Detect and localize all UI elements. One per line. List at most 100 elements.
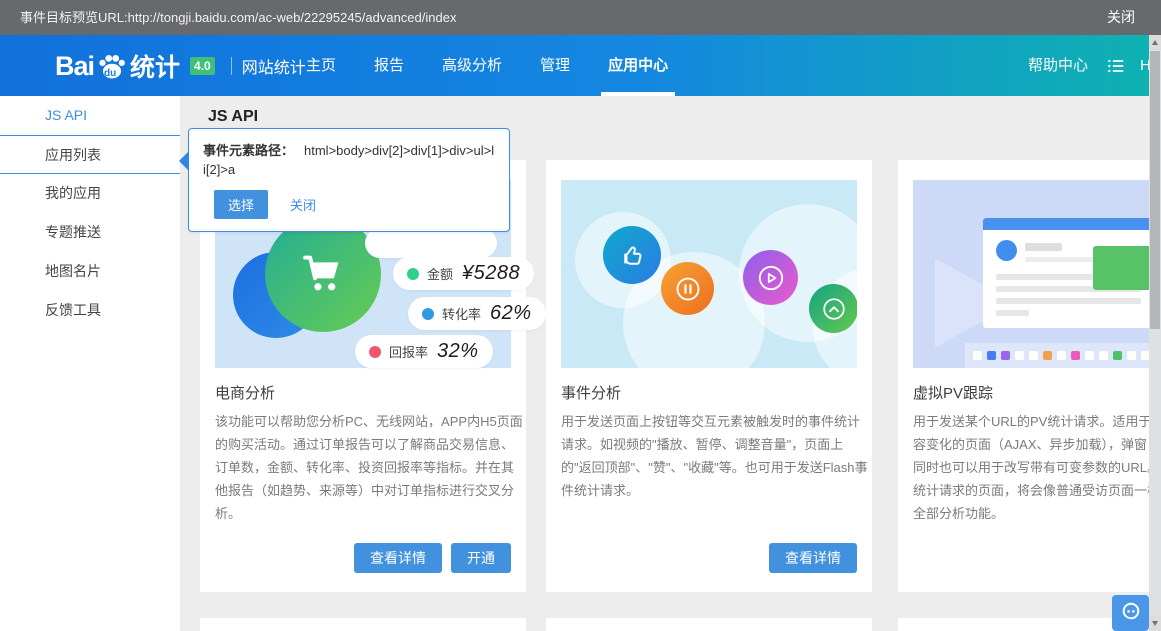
sidebar-item-app-list[interactable]: 应用列表 bbox=[0, 135, 180, 174]
stat-label: 转化率 bbox=[442, 304, 481, 323]
customer-service-button[interactable] bbox=[1112, 595, 1149, 631]
dock-square bbox=[1015, 351, 1024, 360]
dock-row bbox=[965, 343, 1161, 368]
element-path-tooltip: 事件元素路径：html>body>div[2]>div[1]>div>ul>li… bbox=[188, 128, 510, 232]
preview-url-label: 事件目标预览URL:http://tongji.baidu.com/ac-web… bbox=[20, 0, 456, 35]
pv-illustration bbox=[913, 180, 1161, 368]
nav-item-advanced-analysis[interactable]: 高级分析 bbox=[423, 35, 521, 96]
tooltip-arrow-icon bbox=[179, 151, 189, 171]
logo-text-du: du bbox=[104, 68, 116, 79]
card-partial bbox=[546, 618, 872, 631]
stat-label: 回报率 bbox=[389, 342, 428, 361]
help-center-link[interactable]: 帮助中心 bbox=[1028, 35, 1088, 96]
nav-item-report[interactable]: 报告 bbox=[355, 35, 423, 96]
view-details-button[interactable]: 查看详情 bbox=[769, 543, 857, 573]
scrollbar-down-button[interactable] bbox=[1149, 616, 1161, 631]
list-menu-icon[interactable] bbox=[1106, 56, 1126, 76]
placeholder-bar bbox=[996, 310, 1029, 316]
stat-value: 62% bbox=[490, 302, 532, 325]
desc-line: 他报告（如趋势、来源等）中对订单指标进行交叉分 bbox=[215, 479, 515, 502]
desc-line: 请求。如视频的"播放、暂停、调整音量"，页面上 bbox=[561, 433, 861, 456]
desc-line: 用于发送页面上按钮等交互元素被触发时的事件统计 bbox=[561, 410, 861, 433]
stat-pill-conversion: 转化率 62% bbox=[408, 297, 546, 330]
version-badge: 4.0 bbox=[190, 57, 215, 75]
desc-line: 全部分析功能。 bbox=[913, 502, 1161, 525]
stat-label: 金额 bbox=[427, 264, 453, 283]
dock-square bbox=[987, 351, 996, 360]
desc-line: 同时也可以用于改写带有可变参数的URL。 bbox=[913, 456, 1161, 479]
browser-titlebar bbox=[983, 218, 1161, 230]
thumbs-up-icon bbox=[603, 226, 661, 284]
page-title: JS API bbox=[208, 108, 258, 126]
view-details-button[interactable]: 查看详情 bbox=[354, 543, 442, 573]
desc-line: 的"返回顶部"、"赞"、"收藏"等。也可用于发送Flash事 bbox=[561, 456, 861, 479]
dock-square bbox=[1071, 351, 1080, 360]
stat-dot-amount bbox=[407, 268, 419, 280]
dock-square bbox=[1057, 351, 1066, 360]
card-description: 该功能可以帮助您分析PC、无线网站，APP内H5页面 的购买活动。通过订单报告可… bbox=[215, 410, 515, 525]
stat-pill-roi: 回报率 32% bbox=[355, 335, 493, 368]
preview-close-link[interactable]: 关闭 bbox=[1107, 0, 1135, 35]
nav-menu: 主页 报告 高级分析 管理 应用中心 bbox=[287, 35, 687, 96]
stat-pill-amount: 金额 ¥5288 bbox=[393, 257, 534, 290]
event-illustration bbox=[561, 180, 857, 368]
stat-dot-roi bbox=[369, 346, 381, 358]
sidebar: JS API 应用列表 我的应用 专题推送 地图名片 反馈工具 bbox=[0, 96, 180, 631]
desc-line: 的购买活动。通过订单报告可以了解商品交易信息、 bbox=[215, 433, 515, 456]
logo-divider bbox=[231, 57, 232, 75]
dock-square bbox=[1043, 351, 1052, 360]
stat-pill-partial bbox=[365, 228, 497, 258]
nav-item-manage[interactable]: 管理 bbox=[521, 35, 589, 96]
scroll-up-icon bbox=[1152, 40, 1158, 45]
card-title: 事件分析 bbox=[561, 382, 621, 403]
scrollbar-thumb[interactable] bbox=[1150, 51, 1160, 329]
card-event-analysis: 事件分析 用于发送页面上按钮等交互元素被触发时的事件统计 请求。如视频的"播放、… bbox=[546, 160, 872, 592]
sidebar-item-map-card[interactable]: 地图名片 bbox=[0, 252, 180, 291]
baidu-tongji-logo[interactable]: Bai du 统计 4.0 网站统计 bbox=[55, 48, 306, 84]
sidebar-item-topic-push[interactable]: 专题推送 bbox=[0, 213, 180, 252]
card-description: 用于发送页面上按钮等交互元素被触发时的事件统计 请求。如视频的"播放、暂停、调整… bbox=[561, 410, 861, 502]
dock-square bbox=[1113, 351, 1122, 360]
tooltip-text: 事件元素路径：html>body>div[2]>div[1]>div>ul>li… bbox=[203, 141, 495, 179]
card-title: 电商分析 bbox=[215, 382, 275, 403]
pause-icon bbox=[661, 262, 714, 315]
stat-value: ¥5288 bbox=[462, 262, 520, 285]
nav-item-app-center[interactable]: 应用中心 bbox=[589, 35, 687, 96]
nav-item-home[interactable]: 主页 bbox=[287, 35, 355, 96]
card-description: 用于发送某个URL的PV统计请求。适用于统 容变化的页面（AJAX、异步加载），… bbox=[913, 410, 1161, 525]
desc-line: 用于发送某个URL的PV统计请求。适用于统 bbox=[913, 410, 1161, 433]
stat-value: 32% bbox=[437, 340, 479, 363]
select-button[interactable]: 选择 bbox=[214, 190, 268, 219]
main-navbar: Bai du 统计 4.0 网站统计 主页 报告 bbox=[0, 35, 1161, 96]
dock-square bbox=[1085, 351, 1094, 360]
preview-topbar: 事件目标预览URL:http://tongji.baidu.com/ac-web… bbox=[0, 0, 1161, 35]
baidu-paw-icon: du bbox=[95, 49, 129, 83]
desc-line: 订单数，金额、转化率、投资回报率等指标。并在其 bbox=[215, 456, 515, 479]
tooltip-actions: 选择 关闭 bbox=[203, 190, 495, 219]
activate-button[interactable]: 开通 bbox=[451, 543, 511, 573]
desc-line: 容变化的页面（AJAX、异步加载），弹窗， bbox=[913, 433, 1161, 456]
tooltip-close-link[interactable]: 关闭 bbox=[290, 195, 316, 214]
logo-text-product: 统计 bbox=[130, 48, 180, 84]
card-virtual-pv: 虚拟PV跟踪 用于发送某个URL的PV统计请求。适用于统 容变化的页面（AJAX… bbox=[898, 160, 1161, 592]
sidebar-item-feedback-tool[interactable]: 反馈工具 bbox=[0, 291, 180, 330]
vertical-scrollbar bbox=[1149, 35, 1161, 631]
placeholder-bar bbox=[996, 298, 1141, 304]
logo-text-bai: Bai bbox=[55, 51, 94, 82]
cart-icon bbox=[265, 216, 381, 332]
dock-square bbox=[1029, 351, 1038, 360]
card-title: 虚拟PV跟踪 bbox=[913, 382, 993, 403]
stat-dot-conversion bbox=[422, 308, 434, 320]
sidebar-item-my-apps[interactable]: 我的应用 bbox=[0, 174, 180, 213]
scroll-down-icon bbox=[1152, 621, 1158, 626]
placeholder-bar bbox=[1025, 243, 1062, 251]
dock-square bbox=[1001, 351, 1010, 360]
dock-square bbox=[973, 351, 982, 360]
chevron-up-icon bbox=[809, 284, 857, 333]
sidebar-item-js-api[interactable]: JS API bbox=[0, 96, 180, 135]
scrollbar-up-button[interactable] bbox=[1149, 35, 1161, 50]
browser-window-mock bbox=[983, 218, 1161, 328]
dock-square bbox=[1099, 351, 1108, 360]
desc-line: 该功能可以帮助您分析PC、无线网站，APP内H5页面 bbox=[215, 410, 515, 433]
dock-square bbox=[1127, 351, 1136, 360]
